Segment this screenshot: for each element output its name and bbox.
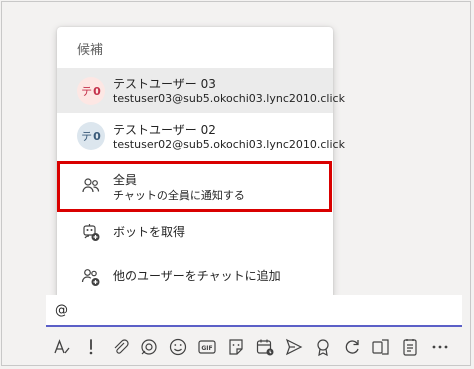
compose-toolbar: GIF: [46, 334, 462, 360]
add-people-label: 他のユーザーをチャットに追加: [113, 269, 281, 283]
onenote-icon[interactable]: [371, 337, 391, 357]
bot-add-icon: [83, 224, 100, 241]
send-icon[interactable]: [284, 337, 304, 357]
svg-text:GIF: GIF: [201, 345, 212, 352]
people-add-icon: [81, 269, 100, 286]
loop-icon[interactable]: [139, 337, 159, 357]
schedule-meeting-icon[interactable]: [255, 337, 275, 357]
praise-icon[interactable]: [313, 337, 333, 357]
forms-icon[interactable]: [400, 337, 420, 357]
user-email: testuser03@sub5.okochi03.lync2010.click: [113, 92, 345, 105]
emoji-icon[interactable]: [168, 337, 188, 357]
user-name: テストユーザー 02: [113, 123, 216, 137]
format-icon[interactable]: [52, 337, 72, 357]
annotation-highlight-box: [57, 161, 332, 212]
suggestion-add-people[interactable]: 他のユーザーをチャットに追加: [57, 257, 333, 299]
suggestion-user-2[interactable]: テ0 テストユーザー 02 testuser02@sub5.okochi03.l…: [57, 113, 345, 159]
popup-title: 候補: [77, 43, 104, 58]
message-compose-box[interactable]: @: [46, 295, 462, 327]
refresh-icon[interactable]: [342, 337, 362, 357]
user-email: testuser02@sub5.okochi03.lync2010.click: [113, 138, 345, 151]
sticker-icon[interactable]: [226, 337, 246, 357]
compose-text: @: [55, 303, 68, 318]
avatar: テ0: [77, 122, 105, 150]
get-bots-label: ボットを取得: [113, 225, 186, 239]
avatar: テ0: [77, 77, 105, 105]
gif-icon[interactable]: GIF: [197, 337, 217, 357]
suggestion-user-1[interactable]: テ0 テストユーザー 03 testuser03@sub5.okochi03.l…: [57, 68, 345, 113]
user-name: テストユーザー 03: [113, 77, 216, 91]
more-icon[interactable]: [430, 337, 450, 357]
important-icon[interactable]: [81, 337, 101, 357]
attach-icon[interactable]: [110, 337, 130, 357]
suggestion-get-bots[interactable]: ボットを取得: [57, 211, 333, 253]
